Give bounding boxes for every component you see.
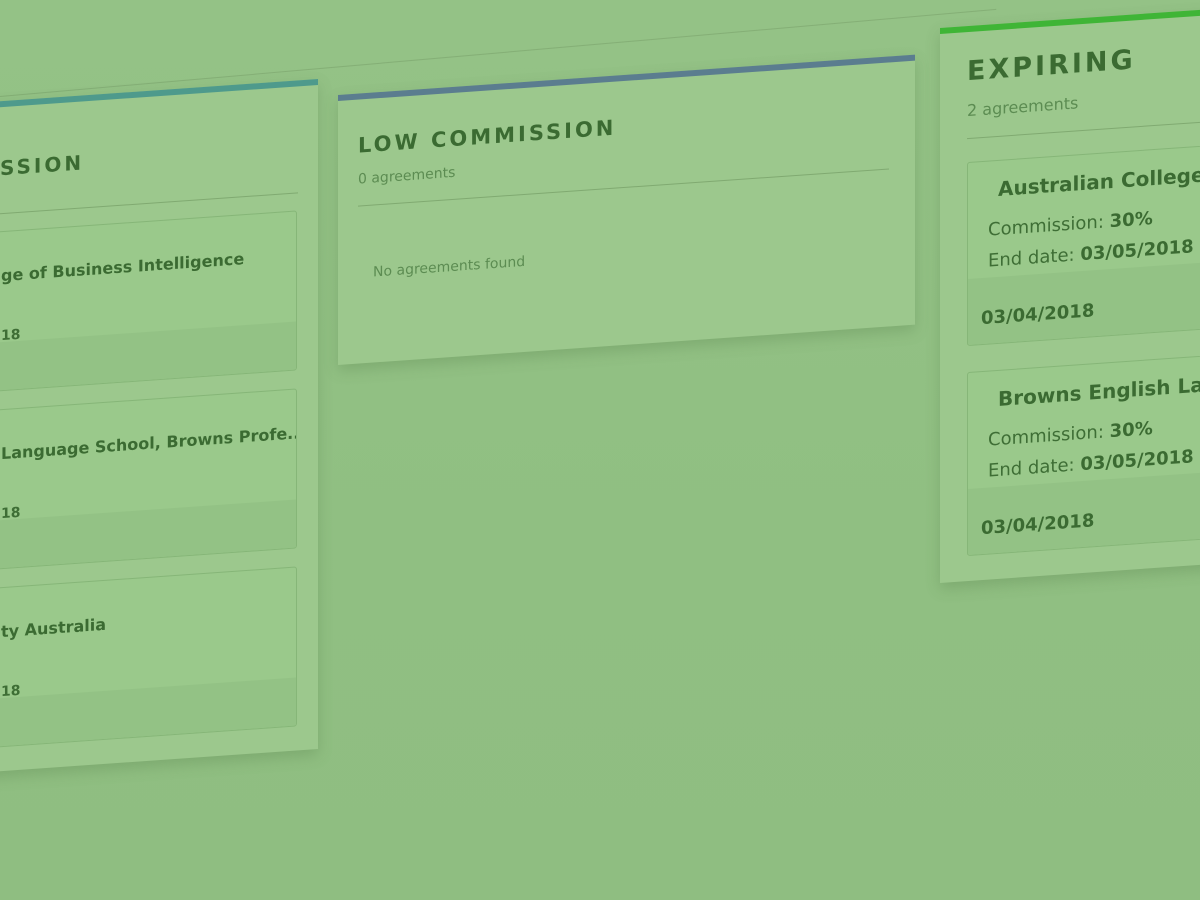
agreement-card[interactable]: ty Australia 18 bbox=[0, 566, 297, 749]
commission-value: 30% bbox=[1109, 208, 1153, 233]
agreement-card[interactable]: Language School, Browns Profe... 18 bbox=[0, 388, 297, 571]
card-institution-name: Language School, Browns Profe... bbox=[1, 422, 297, 464]
card-footer bbox=[0, 677, 296, 748]
card-end-date: 18 bbox=[1, 326, 21, 345]
commission-label: Commission: bbox=[988, 421, 1104, 451]
card-institution-name: Australian College o bbox=[998, 161, 1200, 201]
end-date-label: End date: bbox=[988, 454, 1075, 482]
column-commission: SSION ge of Business Intelligence 18 Lan… bbox=[0, 78, 318, 775]
agreement-card[interactable]: Australian College o Commission: 30% End… bbox=[967, 139, 1200, 347]
card-institution-name: ge of Business Intelligence bbox=[1, 249, 245, 286]
card-commission: Commission: 30% bbox=[988, 418, 1153, 451]
card-end-date: 18 bbox=[1, 504, 21, 523]
end-date-value: 03/05/2018 bbox=[1080, 446, 1194, 476]
agreement-card[interactable]: Browns English Lan Commission: 30% End d… bbox=[967, 349, 1200, 557]
card-footer bbox=[0, 499, 296, 570]
column-title: SSION bbox=[0, 150, 85, 181]
column-divider bbox=[967, 117, 1200, 140]
column-expiring: EXPIRING 2 agreements Australian College… bbox=[940, 5, 1200, 584]
card-commission: Commission: 30% bbox=[988, 208, 1153, 241]
column-divider bbox=[0, 192, 298, 215]
end-date-value: 03/05/2018 bbox=[1080, 236, 1194, 266]
empty-state-message: No agreements found bbox=[373, 253, 526, 281]
board: SSION ge of Business Intelligence 18 Lan… bbox=[0, 0, 1200, 900]
commission-value: 30% bbox=[1109, 418, 1153, 443]
column-title: LOW COMMISSION bbox=[358, 115, 617, 158]
agreement-card[interactable]: ge of Business Intelligence 18 bbox=[0, 210, 297, 393]
column-title: EXPIRING bbox=[967, 44, 1136, 88]
commission-label: Commission: bbox=[988, 211, 1104, 241]
card-institution-name: Browns English Lan bbox=[998, 371, 1200, 411]
column-accent-bar bbox=[0, 78, 318, 110]
card-end-date: 18 bbox=[1, 682, 21, 701]
column-agreement-count: 2 agreements bbox=[967, 93, 1079, 121]
column-low-commission: LOW COMMISSION 0 agreements No agreement… bbox=[338, 54, 915, 366]
card-footer bbox=[0, 321, 296, 392]
column-accent-bar bbox=[338, 54, 915, 101]
end-date-label: End date: bbox=[988, 244, 1075, 272]
card-institution-name: ty Australia bbox=[1, 614, 107, 642]
column-agreement-count: 0 agreements bbox=[358, 164, 456, 188]
